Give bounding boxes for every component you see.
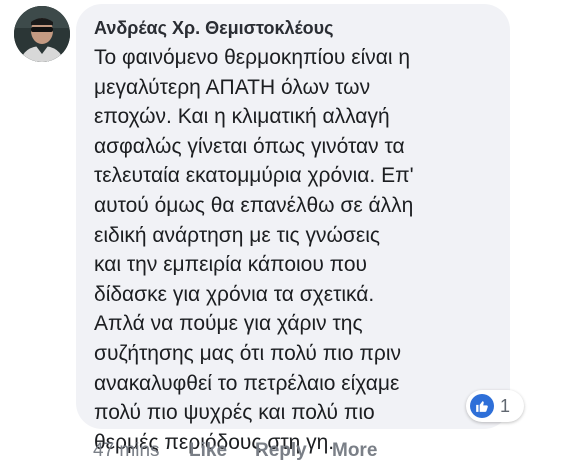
thumbs-up-icon (470, 394, 494, 418)
comment-text-line: τελευταία εκατομμύρια χρόνια. Επ' (94, 164, 414, 188)
comment-text-line: πολύ πιο ψυχρές και πολύ πιο (94, 401, 375, 425)
comment-text-line: συζήτησης μας ότι πολύ πιο πριν (94, 341, 402, 365)
like-button[interactable]: Like (189, 440, 227, 462)
comment-bubble: Ανδρέας Χρ. Θεμιστοκλέους Το φαινόμενο θ… (76, 4, 510, 454)
comment-author-name[interactable]: Ανδρέας Χρ. Θεμιστοκλέους (94, 18, 333, 39)
reply-button[interactable]: Reply (255, 440, 307, 462)
comment-text-line: δίδασκε για χρόνια τα σχετικά. (94, 282, 375, 306)
comment-text-line: μεγαλύτερη ΑΠΑΤΗ όλων των (94, 75, 371, 99)
comment-timestamp[interactable]: 47 mins (93, 440, 160, 462)
avatar[interactable] (14, 6, 70, 62)
comment-text-line: αυτού όμως θα επανέλθω σε άλλη (94, 193, 414, 217)
reaction-summary[interactable]: 1 (466, 390, 524, 422)
comment-text-line: Το φαινόμενο θερμοκηπίου είναι η (94, 46, 411, 69)
comment-text: Το φαινόμενο θερμοκηπίου είναι η μεγαλύτ… (94, 43, 414, 457)
comment-text-line: Απλά να πούμε για χάριν της (94, 312, 363, 336)
comment-text-line: ασφαλώς γίνεται όπως γινόταν τα (94, 134, 405, 158)
reaction-count: 1 (500, 395, 511, 416)
comment-text-line: και την εμπειρία κάποιου που (94, 253, 368, 277)
comment-text-line: εποχών. Και η κλιματική αλλαγή (94, 105, 390, 129)
comment-text-line: ανακαλυφθεί το πετρέλαιο είχαμε (94, 371, 400, 395)
more-button[interactable]: More (332, 440, 377, 462)
comment-text-line: ειδική ανάρτηση με τις γνώσεις (94, 223, 380, 247)
